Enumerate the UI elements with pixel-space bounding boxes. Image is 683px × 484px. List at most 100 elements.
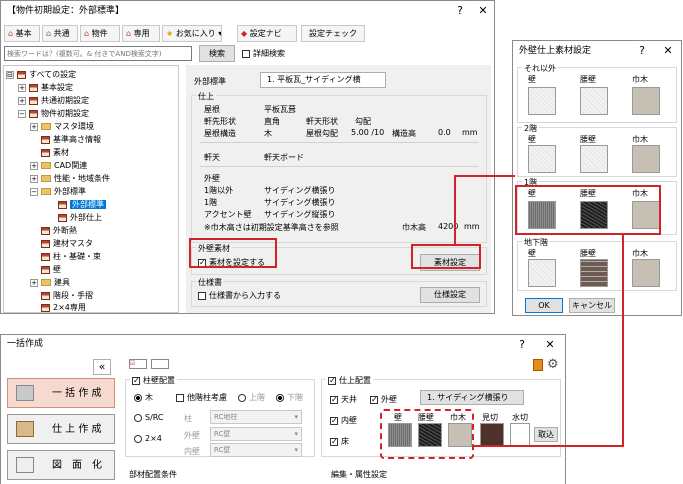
toolbar-common-button[interactable]: ⌂ 共通 xyxy=(42,25,78,42)
floor-option[interactable]: ✓ 床 xyxy=(330,436,349,447)
detail-search-checkbox[interactable] xyxy=(242,49,250,58)
spec-settings-button[interactable]: 仕様設定 xyxy=(420,287,480,303)
column-select[interactable]: RC地柱 ▾ xyxy=(210,410,302,424)
tree-item-building-master[interactable]: 建材マスタ xyxy=(41,238,93,249)
swatch-wall[interactable] xyxy=(528,259,556,287)
tree-item-column-foundation[interactable]: 柱・基礎・束 xyxy=(41,251,101,262)
drawing-button[interactable]: 図 面 化 xyxy=(7,450,115,480)
ok-button[interactable]: OK xyxy=(525,298,563,313)
src-option[interactable]: S/RC xyxy=(134,413,164,422)
water-cut-swatch[interactable] xyxy=(510,423,530,447)
tree-item-exterior-finish[interactable]: 外部仕上 xyxy=(58,212,102,223)
help-button[interactable]: ? xyxy=(449,1,471,21)
material-close-button[interactable]: ✕ xyxy=(657,41,679,61)
batch-create-button[interactable]: 一 括 作 成 xyxy=(7,378,115,408)
search-input[interactable] xyxy=(4,46,192,61)
outer-wall-checkbox[interactable]: ✓ xyxy=(370,395,378,404)
exterior-std-select[interactable]: 1. 平板瓦_サイディング横 xyxy=(260,72,386,88)
swatch-baseboard[interactable] xyxy=(632,259,660,287)
inner-wall-option[interactable]: ✓ 内壁 xyxy=(330,415,357,426)
tree-item-outer-insulation[interactable]: 外断熱 xyxy=(41,225,77,236)
gear-icon[interactable]: ⚙ xyxy=(547,357,559,372)
column-wall-checkbox[interactable]: ✓ xyxy=(132,376,140,385)
book-icon[interactable] xyxy=(533,359,543,371)
wood-option[interactable]: 木 xyxy=(134,392,153,403)
lower-option[interactable]: 下階 xyxy=(276,392,303,403)
column-wall-toggle[interactable]: ✓ 柱壁配置 xyxy=(130,375,177,386)
uncheck-all-icon[interactable] xyxy=(151,359,169,369)
cancel-button[interactable]: キャンセル xyxy=(569,298,615,313)
finish-placement-checkbox[interactable]: ✓ xyxy=(328,376,336,385)
upper-radio[interactable] xyxy=(238,393,246,402)
swatch-wall[interactable] xyxy=(528,87,556,115)
tree-item-property-initial[interactable]: − 物件初期設定 xyxy=(18,108,89,119)
search-button[interactable]: 検索 xyxy=(199,45,235,62)
floor-checkbox[interactable]: ✓ xyxy=(330,437,338,446)
swatch-baseboard[interactable] xyxy=(632,145,660,173)
tree-item-exterior-std[interactable]: 外部標準 xyxy=(58,199,106,210)
close-button[interactable]: ✕ xyxy=(472,1,494,21)
batch-help-button[interactable]: ? xyxy=(511,335,533,355)
src-radio[interactable] xyxy=(134,413,142,422)
finish-create-button[interactable]: 仕 上 作 成 xyxy=(7,414,115,444)
spec-checkbox[interactable] xyxy=(198,291,206,300)
tree-item-common-initial[interactable]: + 共通初期設定 xyxy=(18,95,89,106)
tree-item-basic[interactable]: + 基本設定 xyxy=(18,82,73,93)
toolbar-favorites-button[interactable]: ★ お気に入り ▾ xyxy=(162,25,222,42)
swatch-waist[interactable] xyxy=(580,259,608,287)
tree-item-cad[interactable]: + CAD関連 xyxy=(30,160,87,171)
import-button[interactable]: 取込 xyxy=(534,427,558,442)
tree-item-all-settings[interactable]: ⊟ すべての設定 xyxy=(6,69,76,80)
other-floor-checkbox[interactable] xyxy=(176,393,184,402)
tree-item-wall[interactable]: 壁 xyxy=(41,264,61,275)
swatch-baseboard[interactable] xyxy=(632,87,660,115)
expander[interactable]: + xyxy=(30,278,38,287)
tree-item-2x4[interactable]: 2×4専用 xyxy=(41,302,86,312)
tree-item-master-env[interactable]: + マスタ環境 xyxy=(30,121,94,132)
batch-close-button[interactable]: ✕ xyxy=(539,335,561,355)
tree-item-base-height[interactable]: 基準高さ情報 xyxy=(41,134,101,145)
src-label: S/RC xyxy=(145,413,164,422)
toolbar-settings-check-button[interactable]: 設定チェック xyxy=(301,25,365,42)
toolbar-property-button[interactable]: ⌂ 物件 xyxy=(80,25,120,42)
toolbar-settings-navi-button[interactable]: ◆ 設定ナビ xyxy=(237,25,297,42)
toolbar-dedicated-button[interactable]: ⌂ 専用 xyxy=(122,25,160,42)
expander[interactable]: + xyxy=(30,161,38,170)
detail-search-toggle[interactable]: 詳細検索 xyxy=(242,48,285,59)
outer-wall-option[interactable]: ✓ 外壁 xyxy=(370,394,397,405)
exterior-wall-select[interactable]: RC壁 ▾ xyxy=(210,427,302,441)
ceiling-option[interactable]: ✓ 天井 xyxy=(330,394,357,405)
swatch-wall[interactable] xyxy=(528,145,556,173)
other-floor-option[interactable]: 他階柱考慮 xyxy=(176,392,227,403)
expander[interactable]: ⊟ xyxy=(6,70,14,79)
upper-option[interactable]: 上階 xyxy=(238,392,265,403)
spec-toggle[interactable]: 仕様書から入力する xyxy=(198,290,281,301)
twobyfour-radio[interactable] xyxy=(134,434,142,443)
interior-wall-select[interactable]: RC壁 ▾ xyxy=(210,443,302,457)
expander[interactable]: − xyxy=(30,187,38,196)
expander[interactable]: + xyxy=(30,174,38,183)
twobyfour-option[interactable]: 2×4 xyxy=(134,434,162,443)
outer-wall-select[interactable]: 1. サイディング横張り xyxy=(420,390,524,405)
expander[interactable]: + xyxy=(18,83,26,92)
cut-swatch[interactable] xyxy=(480,423,504,447)
tree-item-exterior-std-folder[interactable]: − 外部標準 xyxy=(30,186,86,197)
swatch-waist[interactable] xyxy=(580,87,608,115)
material-help-button[interactable]: ? xyxy=(631,41,653,61)
ceiling-checkbox[interactable]: ✓ xyxy=(330,395,338,404)
expander[interactable]: + xyxy=(30,122,38,131)
tree-item-material[interactable]: 素材 xyxy=(41,147,69,158)
toolbar-basic-button[interactable]: ⌂ 基本 xyxy=(4,25,40,42)
check-all-icon[interactable]: ☑ xyxy=(129,359,147,369)
collapse-button[interactable]: « xyxy=(93,359,111,375)
lower-radio[interactable] xyxy=(276,393,284,402)
finish-placement-toggle[interactable]: ✓ 仕上配置 xyxy=(326,375,373,386)
tree-item-stairs[interactable]: 階段・手摺 xyxy=(41,290,93,301)
tree-item-performance[interactable]: + 性能・地域条件 xyxy=(30,173,110,184)
inner-wall-checkbox[interactable]: ✓ xyxy=(330,416,338,425)
expander[interactable]: + xyxy=(18,96,26,105)
swatch-waist[interactable] xyxy=(580,145,608,173)
tree-item-fixture[interactable]: + 建具 xyxy=(30,277,70,288)
wood-radio[interactable] xyxy=(134,393,142,402)
expander[interactable]: − xyxy=(18,109,26,118)
